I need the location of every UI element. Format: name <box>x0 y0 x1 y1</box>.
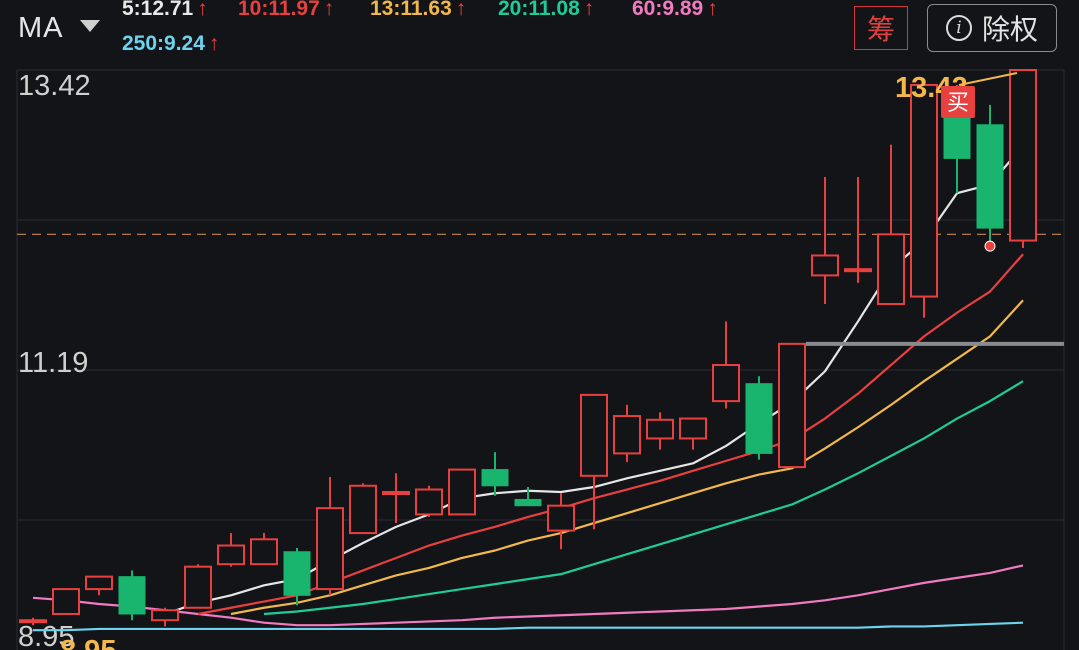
candle-body <box>679 417 707 440</box>
signal-dot <box>984 240 996 252</box>
candle-body <box>118 576 146 615</box>
candle-body <box>811 254 839 277</box>
candle-body <box>382 490 410 495</box>
candle-body <box>448 468 476 516</box>
price-plot[interactable]: 13.4211.198.9513.42买8.95 <box>0 0 1079 650</box>
y-axis-label: 13.42 <box>18 70 91 102</box>
candle-body <box>745 383 773 454</box>
candle-body <box>712 364 740 403</box>
candle-body <box>976 124 1004 229</box>
candle-body <box>481 469 509 487</box>
candle-body <box>217 544 245 566</box>
candle-body <box>514 498 542 507</box>
candle-body <box>85 575 113 591</box>
candle-body <box>910 83 938 298</box>
candle-body <box>316 507 344 591</box>
candle-body <box>184 565 212 609</box>
candle-body <box>415 488 443 516</box>
min-price-label: 8.95 <box>60 635 116 650</box>
candle-body <box>19 619 47 624</box>
y-axis-label: 11.19 <box>18 347 88 379</box>
kline-chart[interactable]: MA 5:12.71 ↑ 10:11.97 ↑ 13:11.63 ↑ 20:11.08… <box>0 0 1079 650</box>
candle-body <box>52 588 80 615</box>
ma250-line <box>33 621 1024 632</box>
candle-body <box>844 268 872 273</box>
ma5-line <box>164 145 1024 616</box>
candle-body <box>613 415 641 455</box>
candle-body <box>547 504 575 532</box>
max-price-pointer <box>958 72 1018 86</box>
candle-body <box>877 233 905 306</box>
candle-body <box>349 484 377 535</box>
candle-body <box>151 609 179 622</box>
buy-marker-label: 买 <box>947 91 969 116</box>
ma20-line <box>263 380 1024 616</box>
ma60-line <box>32 564 1024 627</box>
candle-body <box>283 551 311 596</box>
candle-body <box>250 538 278 566</box>
candle-body <box>1009 69 1037 242</box>
candle-body <box>646 418 674 440</box>
candle-body <box>778 342 806 469</box>
candle-body <box>580 393 608 477</box>
